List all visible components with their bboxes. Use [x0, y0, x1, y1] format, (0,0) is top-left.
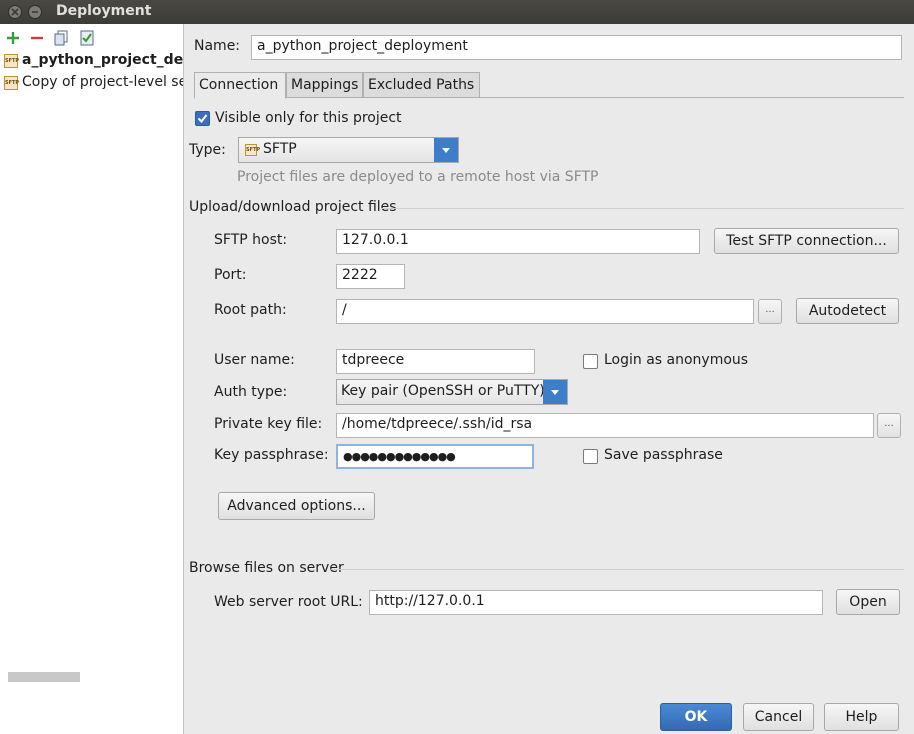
anonymous-checkbox[interactable]: [583, 354, 598, 369]
server-settings-panel: Name: a_python_project_deployment Connec…: [185, 24, 914, 734]
root-path-field[interactable]: /: [336, 299, 754, 324]
tree-item-copy[interactable]: SFTP Copy of project-level server: [0, 72, 183, 94]
close-window-icon[interactable]: [8, 5, 22, 19]
cancel-button[interactable]: Cancel: [743, 703, 814, 731]
port-label: Port:: [214, 267, 247, 283]
tree-item-label: a_python_project_deployment: [22, 52, 184, 68]
tree-item-label: Copy of project-level server: [22, 74, 183, 90]
type-value: SFTP: [263, 141, 297, 157]
name-label: Name:: [194, 38, 241, 54]
passphrase-field[interactable]: ●●●●●●●●●●●●●: [336, 444, 534, 469]
root-path-label: Root path:: [214, 302, 287, 318]
save-passphrase-checkbox[interactable]: [583, 449, 598, 464]
web-root-field[interactable]: http://127.0.0.1: [369, 590, 823, 615]
port-field[interactable]: 2222: [336, 264, 405, 289]
test-connection-button[interactable]: Test SFTP connection...: [714, 228, 899, 254]
private-key-field[interactable]: /home/tdpreece/.ssh/id_rsa: [336, 413, 874, 438]
upload-section-title: Upload/download project files: [189, 199, 397, 215]
tab-mappings[interactable]: Mappings: [286, 72, 363, 98]
name-field[interactable]: a_python_project_deployment: [251, 35, 902, 60]
minimize-window-icon[interactable]: [28, 5, 42, 19]
sftp-icon: SFTP: [4, 76, 19, 90]
section-divider: [331, 569, 904, 570]
plus-icon[interactable]: [5, 30, 21, 46]
passphrase-label: Key passphrase:: [214, 447, 329, 463]
tab-connection[interactable]: Connection: [194, 72, 286, 99]
type-label: Type:: [189, 142, 226, 158]
anonymous-label: Login as anonymous: [604, 352, 749, 368]
title-bar: Deployment: [0, 0, 914, 24]
tab-excluded-paths[interactable]: Excluded Paths: [363, 72, 480, 98]
sftp-icon: SFTP: [245, 144, 260, 156]
type-hint: Project files are deployed to a remote h…: [237, 169, 599, 185]
open-button[interactable]: Open: [836, 589, 900, 615]
private-key-label: Private key file:: [214, 416, 323, 432]
tree-item-deployment[interactable]: SFTP a_python_project_deployment: [0, 50, 184, 72]
horizontal-scrollbar[interactable]: [8, 672, 80, 682]
user-name-field[interactable]: tdpreece: [336, 349, 535, 374]
server-list-panel: SFTP a_python_project_deployment SFTP Co…: [0, 24, 184, 734]
advanced-options-button[interactable]: Advanced options...: [218, 492, 375, 520]
sftp-host-field[interactable]: 127.0.0.1: [336, 229, 700, 254]
chevron-down-icon: [434, 138, 458, 162]
root-path-browse-button[interactable]: ...: [758, 299, 782, 324]
tab-divider: [286, 97, 904, 98]
minus-icon[interactable]: [29, 30, 45, 46]
sftp-host-label: SFTP host:: [214, 232, 288, 248]
ok-button[interactable]: OK: [660, 703, 732, 731]
browse-section-title: Browse files on server: [189, 560, 344, 576]
type-select[interactable]: SFTP SFTP: [238, 137, 459, 163]
user-name-label: User name:: [214, 352, 295, 368]
autodetect-button[interactable]: Autodetect: [796, 298, 899, 324]
auth-type-value: Key pair (OpenSSH or PuTTY): [341, 383, 545, 399]
auth-type-label: Auth type:: [214, 384, 288, 400]
check-default-icon[interactable]: [79, 30, 95, 46]
web-root-label: Web server root URL:: [214, 594, 363, 610]
window-title: Deployment: [56, 3, 152, 19]
auth-type-select[interactable]: Key pair (OpenSSH or PuTTY): [336, 379, 568, 405]
sftp-icon: SFTP: [4, 54, 19, 68]
help-button[interactable]: Help: [824, 703, 899, 731]
private-key-browse-button[interactable]: ...: [877, 413, 901, 438]
visible-only-checkbox[interactable]: [195, 111, 210, 126]
visible-only-label: Visible only for this project: [215, 110, 402, 126]
chevron-down-icon: [543, 380, 567, 404]
save-passphrase-label: Save passphrase: [604, 447, 723, 463]
section-divider: [381, 208, 904, 209]
copy-icon[interactable]: [53, 30, 69, 46]
